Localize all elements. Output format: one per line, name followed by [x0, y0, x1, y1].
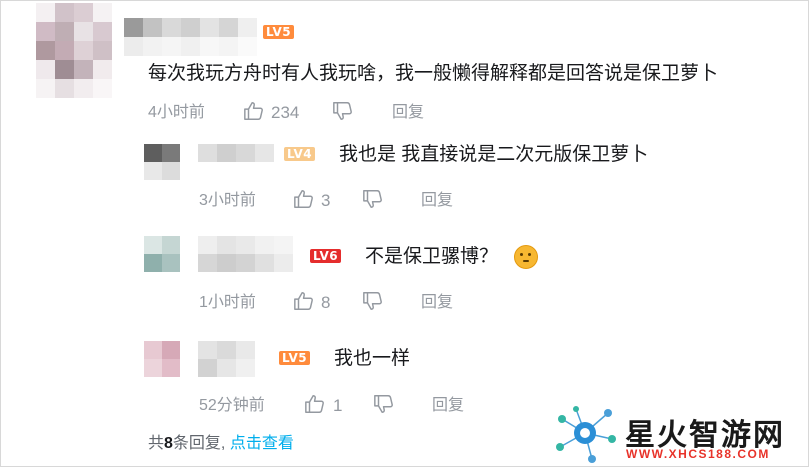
- reply-time: 3小时前: [199, 192, 256, 209]
- reply-username[interactable]: [198, 236, 293, 272]
- reply-total-prefix: 共: [148, 435, 165, 452]
- view-more-link[interactable]: 点击查看: [230, 435, 294, 452]
- like-count: 234: [271, 103, 300, 122]
- reply-text: 我也一样: [334, 348, 411, 369]
- reply-time: 1小时前: [199, 294, 256, 311]
- reply-avatar[interactable]: [144, 144, 180, 180]
- comment-time: 4小时前: [148, 104, 205, 121]
- level-badge: LV5: [279, 351, 311, 365]
- username[interactable]: [124, 18, 257, 56]
- reply-avatar[interactable]: [144, 236, 180, 272]
- watermark-url: WWW.XHCS188.COM: [626, 447, 770, 461]
- reply-button[interactable]: 回复: [392, 103, 424, 123]
- thumbs-down-icon[interactable]: [362, 290, 384, 312]
- comment-text: 每次我玩方舟时有人我玩啥，我一般懒得解释都是回答说是保卫萝卜: [148, 63, 719, 84]
- thumbs-down-icon[interactable]: [362, 188, 384, 210]
- level-badge: LV4: [284, 147, 316, 161]
- watermark-logo-icon: [556, 406, 616, 463]
- thinking-face-emoji: [514, 245, 538, 269]
- like-count: 8: [321, 293, 331, 312]
- reply-button[interactable]: 回复: [421, 293, 453, 313]
- thumbs-down-icon[interactable]: [373, 393, 395, 415]
- reply-text: 不是保卫骡博？: [365, 246, 499, 267]
- thumbs-up-icon[interactable]: [293, 188, 315, 210]
- reply-button[interactable]: 回复: [432, 396, 464, 416]
- thumbs-down-icon[interactable]: [332, 100, 354, 122]
- thumbs-up-icon[interactable]: [304, 393, 326, 415]
- reply-total-count: 8: [164, 435, 173, 452]
- level-badge: LV5: [263, 25, 295, 39]
- reply-text: 我也是 我直接说是二次元版保卫萝卜: [339, 144, 649, 165]
- reply-username[interactable]: [198, 341, 255, 377]
- thumbs-up-icon[interactable]: [243, 100, 265, 122]
- like-count: 1: [333, 396, 343, 415]
- reply-time: 52分钟前: [199, 397, 265, 414]
- avatar[interactable]: [36, 3, 112, 98]
- reply-total-suffix: 条回复,: [172, 435, 226, 452]
- level-badge: LV6: [310, 249, 342, 263]
- thumbs-up-icon[interactable]: [293, 290, 315, 312]
- like-count: 3: [321, 191, 331, 210]
- reply-button[interactable]: 回复: [421, 191, 453, 211]
- reply-username[interactable]: [198, 144, 274, 162]
- reply-total: 共8条回复, 点击查看: [148, 434, 294, 454]
- reply-avatar[interactable]: [144, 341, 180, 377]
